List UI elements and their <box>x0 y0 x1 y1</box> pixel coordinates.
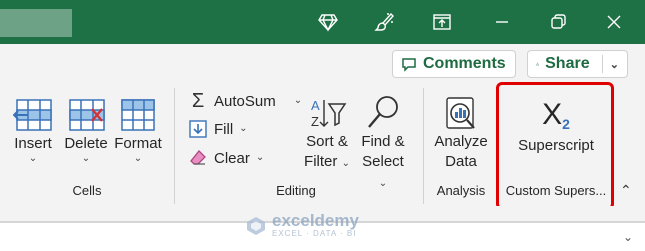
chevron-down-icon[interactable]: ⌄ <box>623 230 633 244</box>
sort-filter-label-line2-row: Filter ⌄ <box>304 152 350 172</box>
editing-group-label: Editing <box>276 183 316 198</box>
svg-text:A: A <box>311 98 320 113</box>
sort-filter-label-line1: Sort & <box>306 133 348 150</box>
insert-cells-icon <box>13 92 53 132</box>
group-divider <box>423 88 424 204</box>
chevron-down-icon: ⌄ <box>239 123 248 134</box>
restore-icon[interactable] <box>544 8 572 36</box>
diamond-icon[interactable] <box>314 8 342 36</box>
delete-label: Delete <box>64 135 108 152</box>
chevron-down-icon: ⌄ <box>81 153 91 164</box>
chevron-down-icon: ⌄ <box>28 153 38 164</box>
exceldemy-logo-icon <box>247 216 265 235</box>
watermark-text: exceldemy EXCEL · DATA · BI <box>272 211 359 238</box>
fill-down-icon <box>188 119 208 139</box>
chevron-down-icon: ⌄ <box>255 152 265 163</box>
analyze-label-line1: Analyze <box>434 133 488 150</box>
chevron-down-icon[interactable]: ⌄ <box>610 58 619 71</box>
group-divider <box>174 88 175 204</box>
svg-text:Z: Z <box>311 114 319 129</box>
minimize-icon[interactable] <box>488 8 516 36</box>
chevron-down-icon: ⌄ <box>133 153 143 164</box>
format-cells-icon <box>118 92 158 132</box>
brush-icon[interactable] <box>370 8 398 36</box>
delete-cells-icon <box>66 92 106 132</box>
share-icon <box>536 62 539 66</box>
highlight-box <box>496 82 614 210</box>
share-button[interactable]: Share ⌄ <box>527 50 628 78</box>
watermark-sub: EXCEL · DATA · BI <box>272 229 357 238</box>
find-select-label-line2: Select <box>362 153 404 170</box>
chevron-down-icon[interactable]: ⌄ <box>294 96 302 106</box>
clear-button[interactable]: Clear ⌄ <box>188 148 264 168</box>
fill-label: Fill <box>214 120 234 138</box>
watermark-name: exceldemy <box>272 211 359 230</box>
sigma-icon: Σ <box>191 89 205 112</box>
eraser-icon <box>188 148 208 168</box>
autosum-button[interactable]: Σ AutoSum ⌄ <box>188 89 302 112</box>
format-label: Format <box>114 135 162 152</box>
find-select-label-line2-row: Select ⌄ <box>356 152 410 192</box>
chevron-down-icon: ⌄ <box>341 158 350 169</box>
file-name-block <box>0 9 72 37</box>
share-label: Share <box>545 55 590 72</box>
analyze-data-button[interactable]: Analyze Data <box>432 92 490 172</box>
ribbon-display-icon[interactable] <box>428 8 456 36</box>
insert-label: Insert <box>14 135 52 152</box>
comments-label: Comments <box>423 55 506 72</box>
sort-filter-label-line2: Filter <box>304 153 338 170</box>
format-button[interactable]: Format ⌄ <box>113 92 163 164</box>
magnifier-icon <box>363 92 403 132</box>
autosum-label: AutoSum <box>214 92 276 110</box>
find-select-button[interactable]: Find & Select ⌄ <box>356 92 410 192</box>
fill-button[interactable]: Fill ⌄ <box>188 119 248 139</box>
comment-icon <box>402 58 416 72</box>
delete-button[interactable]: Delete ⌄ <box>63 92 109 164</box>
clear-label: Clear <box>214 149 250 167</box>
sort-filter-button[interactable]: A Z Sort & Filter ⌄ <box>302 92 352 172</box>
title-bar <box>0 0 645 44</box>
comments-button[interactable]: Comments <box>392 50 516 78</box>
close-icon[interactable] <box>600 8 628 36</box>
chevron-down-icon: ⌄ <box>378 178 388 189</box>
collapse-ribbon-icon[interactable]: ⌃ <box>620 182 632 199</box>
watermark: exceldemy EXCEL · DATA · BI <box>246 211 359 238</box>
cells-group-label: Cells <box>72 183 102 198</box>
sort-filter-icon: A Z <box>307 92 347 132</box>
analyze-data-icon <box>442 92 480 132</box>
analyze-label-line2: Data <box>445 153 477 170</box>
analysis-group-label: Analysis <box>436 183 486 198</box>
insert-button[interactable]: Insert ⌄ <box>12 92 54 164</box>
find-select-label-line1: Find & <box>361 133 405 150</box>
